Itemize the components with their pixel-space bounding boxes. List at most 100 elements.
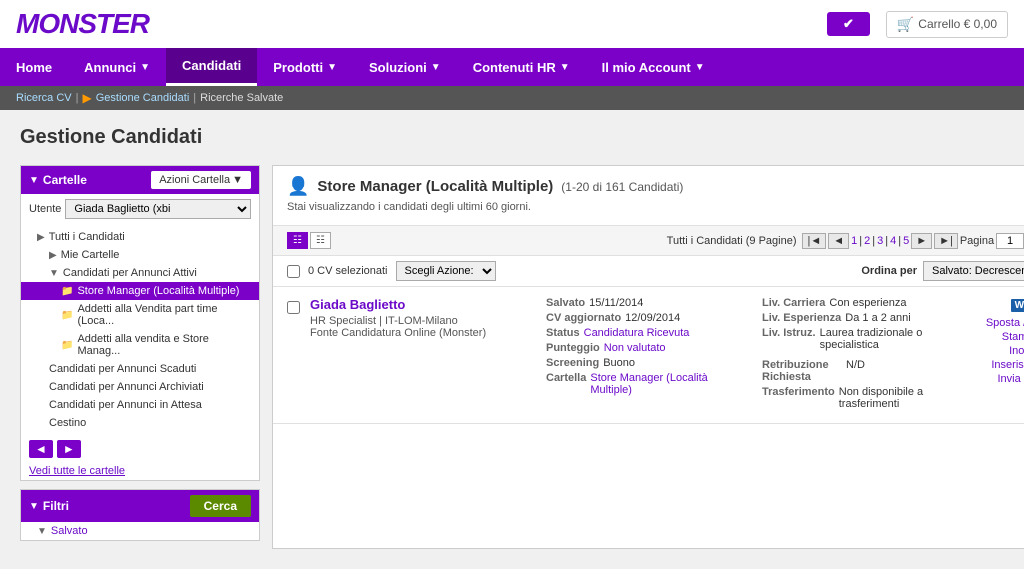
sort-select[interactable]: Salvato: Decrescente bbox=[923, 261, 1024, 281]
candidate-role: HR Specialist | IT-LOM-Milano bbox=[310, 315, 530, 327]
tree-cestino[interactable]: Cestino bbox=[21, 414, 259, 432]
cartelle-header: ▼ Cartelle Azioni Cartella ▼ bbox=[21, 166, 259, 194]
punteggio-link[interactable]: Non valutato bbox=[604, 342, 666, 354]
content-header: 👤 Store Manager (Località Multiple) (1-2… bbox=[273, 166, 1024, 226]
vedi-tutte-link[interactable]: Vedi tutte le cartelle bbox=[21, 462, 259, 480]
tree-annunci-attivi[interactable]: ▼ Candidati per Annunci Attivi bbox=[21, 264, 259, 282]
filtri-section: ▼ Filtri Cerca ▼ Salvato bbox=[20, 489, 260, 541]
toolbar-right: Tutti i Candidati (9 Pagine) |◄ ◄ 1 | 2 … bbox=[667, 233, 1024, 249]
tree-label: Candidati per Annunci in Attesa bbox=[49, 399, 202, 411]
fonte-value: Candidatura Online (Monster) bbox=[341, 327, 486, 339]
filtri-collapse-icon: ▼ bbox=[29, 501, 39, 512]
nav-soluzioni[interactable]: Soluzioni ▼ bbox=[353, 50, 457, 85]
filtri-header: ▼ Filtri Cerca bbox=[21, 490, 259, 522]
pag-5-link[interactable]: 5 bbox=[903, 235, 909, 247]
inoltra-cv-link[interactable]: Inoltra CV bbox=[958, 345, 1024, 357]
salvato-link[interactable]: Salvato bbox=[51, 525, 88, 537]
nav-contenuti-hr[interactable]: Contenuti HR ▼ bbox=[457, 50, 586, 85]
tree-addetti-store[interactable]: 📁 Addetti alla vendita e Store Manag... bbox=[21, 330, 259, 360]
candidates-icon: 👤 bbox=[287, 176, 309, 197]
blocca-link[interactable]: Blocca bbox=[958, 387, 1024, 399]
tree-label: Addetti alla vendita e Store Manag... bbox=[77, 333, 251, 357]
cart-icon: 🛒 bbox=[897, 16, 914, 33]
bc-gestione-candidati[interactable]: Gestione Candidati bbox=[96, 92, 190, 104]
pag-first-button[interactable]: |◄ bbox=[802, 233, 826, 249]
liv-istruz-label: Liv. Istruz. bbox=[762, 327, 816, 351]
sidebar: ▼ Cartelle Azioni Cartella ▼ Utente Giad… bbox=[20, 165, 260, 549]
count-label: (1-20 di 161 Candidati) bbox=[561, 180, 683, 194]
nav-home[interactable]: Home bbox=[0, 50, 68, 85]
tree-label: Tutti i Candidati bbox=[49, 231, 125, 243]
content-subtitle: Stai visualizzando i candidati degli ult… bbox=[287, 201, 1024, 213]
candidate-name-link[interactable]: Giada Baglietto bbox=[310, 297, 405, 312]
invia-lettera-link[interactable]: Invia Lettera bbox=[958, 373, 1024, 385]
scegli-azione-select[interactable]: Scegli Azione: bbox=[396, 261, 496, 281]
store-folder-icon: 📁 bbox=[61, 286, 73, 297]
status-value: Candidatura Ricevuta bbox=[584, 327, 690, 339]
pag-4-link[interactable]: 4 bbox=[890, 235, 896, 247]
bc-ricerca-cv[interactable]: Ricerca CV bbox=[16, 92, 72, 104]
page-input[interactable] bbox=[996, 233, 1024, 249]
nav-mio-account[interactable]: Il mio Account ▼ bbox=[586, 50, 721, 85]
pag-2-link[interactable]: 2 bbox=[864, 235, 870, 247]
pagination: |◄ ◄ 1 | 2 | 3 | 4 | 5 ► ►| Pagina Vai bbox=[802, 233, 1024, 249]
retribuzione-label: Retribuzione Richiesta bbox=[762, 359, 842, 383]
card-center: Salvato 15/11/2014 CV aggiornato 12/09/2… bbox=[546, 297, 746, 413]
select-all-checkbox[interactable] bbox=[287, 265, 300, 278]
prodotti-arrow-icon: ▼ bbox=[327, 62, 337, 73]
tree-addetti-parttime[interactable]: 📁 Addetti alla Vendita part time (Loca..… bbox=[21, 300, 259, 330]
liv-esperienza-value: Da 1 a 2 anni bbox=[845, 312, 910, 324]
pag-1-link[interactable]: 1 bbox=[851, 235, 857, 247]
filtro-salvato[interactable]: ▼ Salvato bbox=[21, 522, 259, 540]
utente-select[interactable]: Giada Baglietto (xbi bbox=[65, 199, 251, 219]
cartella-row: Cartella Store Manager (Località Multipl… bbox=[546, 372, 746, 396]
tree-annunci-archiviati[interactable]: Candidati per Annunci Archiviati bbox=[21, 378, 259, 396]
tree-mie-cartelle[interactable]: ▶ Mie Cartelle bbox=[21, 246, 259, 264]
status-label: Status bbox=[546, 327, 580, 339]
liv-esperienza-row: Liv. Esperienza Da 1 a 2 anni bbox=[762, 312, 942, 324]
grid-view-icon[interactable]: ☷ bbox=[310, 232, 331, 249]
stampa-cv-link[interactable]: Stampa CV bbox=[958, 331, 1024, 343]
pag-last-button[interactable]: ►| bbox=[934, 233, 958, 249]
status-link[interactable]: Candidatura Ricevuta bbox=[584, 327, 690, 339]
cartella-value: Store Manager (Località Multiple) bbox=[590, 372, 746, 396]
cartella-label: Cartella bbox=[546, 372, 586, 396]
utente-row: Utente Giada Baglietto (xbi bbox=[21, 194, 259, 224]
tree-annunci-scaduti[interactable]: Candidati per Annunci Scaduti bbox=[21, 360, 259, 378]
pag-3-link[interactable]: 3 bbox=[877, 235, 883, 247]
liv-carriera-row: Liv. Carriera Con esperienza bbox=[762, 297, 942, 309]
tree-prev-button[interactable]: ◄ bbox=[29, 440, 53, 458]
tree-label: Store Manager (Località Multiple) bbox=[77, 285, 239, 297]
list-view-icon[interactable]: ☷ bbox=[287, 232, 308, 249]
pag-next-button[interactable]: ► bbox=[911, 233, 932, 249]
cv-selezionati-label: 0 CV selezionati bbox=[308, 265, 388, 277]
annunci-arrow-icon: ▼ bbox=[140, 62, 150, 73]
attivi-expand-icon: ▼ bbox=[49, 268, 59, 279]
cartella-link[interactable]: Store Manager (Località Multiple) bbox=[590, 372, 707, 396]
tree-next-button[interactable]: ► bbox=[57, 440, 81, 458]
sposta-copia-link[interactable]: Sposta / Copia bbox=[958, 317, 1024, 329]
nav-prodotti[interactable]: Prodotti ▼ bbox=[257, 50, 353, 85]
candidate-checkbox[interactable] bbox=[287, 301, 300, 314]
cart-area[interactable]: 🛒 Carrello € 0,00 bbox=[886, 11, 1008, 38]
punteggio-row: Punteggio Non valutato bbox=[546, 342, 746, 354]
pag-prev-button[interactable]: ◄ bbox=[828, 233, 849, 249]
azioni-cartella-button[interactable]: Azioni Cartella ▼ bbox=[151, 171, 251, 189]
cerca-button[interactable]: Cerca bbox=[190, 495, 251, 517]
card-main: Giada Baglietto HR Specialist | IT-LOM-M… bbox=[310, 297, 1024, 413]
page-header: Monster ✔ 🛒 Carrello € 0,00 bbox=[0, 0, 1024, 48]
tree-annunci-attesa[interactable]: Candidati per Annunci in Attesa bbox=[21, 396, 259, 414]
liv-istruz-value: Laurea tradizionale o specialistica bbox=[820, 327, 942, 351]
tree-store-manager[interactable]: 📁 Store Manager (Località Multiple) bbox=[21, 282, 259, 300]
nav-annunci[interactable]: Annunci ▼ bbox=[68, 50, 166, 85]
cv-aggiornato-value: 12/09/2014 bbox=[625, 312, 680, 324]
tutti-expand-icon: ▶ bbox=[37, 232, 45, 243]
punteggio-label: Punteggio bbox=[546, 342, 600, 354]
nav-candidati[interactable]: Candidati bbox=[166, 48, 257, 86]
inserisci-nota-link[interactable]: Inserisci Nota bbox=[958, 359, 1024, 371]
tree-tutti-candidati[interactable]: ▶ Tutti i Candidati bbox=[21, 228, 259, 246]
trasferimento-row: Trasferimento Non disponibile a trasferi… bbox=[762, 386, 942, 410]
cart-label: Carrello € 0,00 bbox=[918, 17, 997, 31]
tree-nav-arrows: ◄ ► bbox=[21, 436, 259, 462]
liv-carriera-value: Con esperienza bbox=[829, 297, 906, 309]
